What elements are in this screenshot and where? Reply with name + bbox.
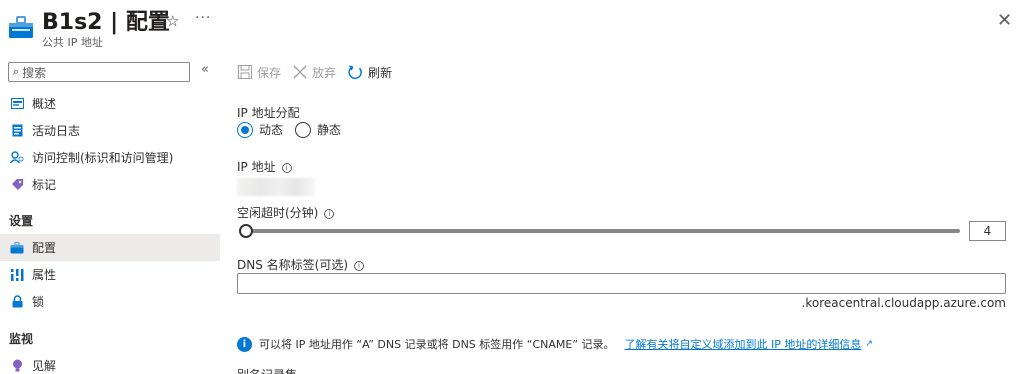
public-ip-icon	[8, 14, 34, 40]
section-settings: 设置	[9, 214, 34, 228]
access-control-icon	[10, 151, 24, 165]
ip-address-label: IP 地址	[237, 160, 276, 174]
ip-assignment-radio-group: 动态 静态	[237, 121, 353, 138]
more-options-icon[interactable]: ···	[195, 10, 211, 26]
sidebar-item-insights[interactable]: 见解	[0, 352, 220, 374]
radio-dynamic-label[interactable]: 动态	[259, 121, 283, 138]
tag-icon	[10, 178, 24, 192]
alias-record-set-label: 别名记录集	[237, 366, 297, 374]
idle-timeout-value-input[interactable]: 4	[969, 221, 1006, 241]
sidebar-item-locks[interactable]: 锁	[0, 288, 220, 315]
activity-log-icon	[10, 124, 24, 138]
sidebar-search-input[interactable]: ⌕ 搜索	[8, 62, 190, 82]
section-monitoring: 监视	[9, 332, 34, 346]
sidebar-item-overview[interactable]: 概述	[0, 90, 220, 117]
refresh-button[interactable]: 刷新	[348, 64, 392, 81]
dns-suffix: .koreacentral.cloudapp.azure.com	[801, 296, 1006, 310]
sidebar-item-properties[interactable]: 属性	[0, 261, 220, 288]
dns-name-input[interactable]	[237, 273, 1006, 294]
info-icon[interactable]: i	[281, 162, 292, 173]
info-note: i 可以将 IP 地址用作 “A” DNS 记录或将 DNS 标签用作 “CNA…	[237, 336, 873, 352]
properties-icon	[10, 268, 24, 282]
info-circle-icon: i	[237, 336, 252, 352]
discard-x-icon	[293, 65, 307, 79]
radio-static-label[interactable]: 静态	[317, 121, 341, 138]
refresh-icon	[348, 64, 363, 80]
page-subtitle: 公共 IP 地址	[42, 36, 103, 49]
idle-timeout-slider-track[interactable]	[243, 229, 960, 233]
close-icon[interactable]: ✕	[997, 10, 1012, 31]
info-icon[interactable]: i	[354, 260, 365, 271]
idle-timeout-label: 空闲超时(分钟)	[237, 206, 319, 220]
search-icon: ⌕	[13, 65, 20, 78]
overview-icon	[10, 97, 24, 111]
sidebar-item-configuration[interactable]: 配置	[0, 234, 220, 261]
ip-address-label-row: IP 地址 i	[237, 158, 292, 175]
command-bar: 保存 放弃 刷新	[238, 62, 404, 82]
sidebar: ⌕ 搜索 « 概述 活动日志 访问控制(标识和访问管理) 标记 设置 配置 属性…	[0, 58, 220, 374]
lock-icon	[10, 295, 24, 309]
idle-timeout-label-row: 空闲超时(分钟) i	[237, 204, 335, 221]
info-icon[interactable]: i	[324, 208, 335, 219]
collapse-sidebar-icon[interactable]: «	[201, 62, 209, 77]
save-icon	[238, 65, 252, 79]
sidebar-item-activity-log[interactable]: 活动日志	[0, 117, 220, 144]
discard-button[interactable]: 放弃	[293, 64, 336, 81]
sidebar-item-access-control[interactable]: 访问控制(标识和访问管理)	[0, 144, 220, 171]
radio-dynamic[interactable]	[237, 121, 253, 138]
sidebar-item-tags[interactable]: 标记	[0, 171, 220, 198]
save-button[interactable]: 保存	[238, 64, 281, 81]
radio-static[interactable]	[295, 121, 312, 138]
page-title: B1s2 | 配置	[42, 10, 170, 35]
external-link-icon[interactable]: ↗	[865, 339, 873, 349]
insights-icon	[10, 359, 24, 373]
favorite-star-icon[interactable]: ☆	[166, 12, 179, 30]
ip-address-value-redacted	[237, 178, 315, 196]
learn-more-link[interactable]: 了解有关将自定义域添加到此 IP 地址的详细信息	[625, 336, 862, 352]
dns-label-row: DNS 名称标签(可选) i	[237, 256, 365, 273]
dns-name-label: DNS 名称标签(可选)	[237, 258, 349, 272]
idle-timeout-slider-thumb[interactable]	[239, 224, 253, 238]
info-note-text: 可以将 IP 地址用作 “A” DNS 记录或将 DNS 标签用作 “CNAME…	[259, 338, 615, 351]
ip-assignment-label: IP 地址分配	[237, 106, 300, 120]
configuration-icon	[10, 241, 24, 255]
